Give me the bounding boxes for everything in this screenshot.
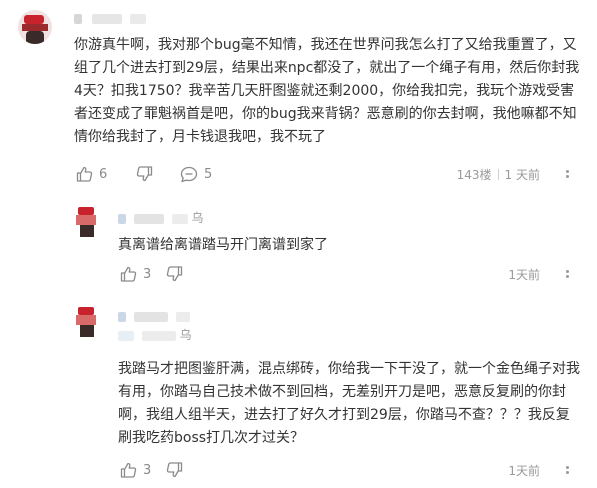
- more-icon[interactable]: [566, 170, 580, 180]
- thumbs-up-icon: [76, 166, 93, 182]
- username[interactable]: [74, 11, 146, 25]
- like-count: 6: [99, 166, 108, 182]
- more-icon[interactable]: [566, 270, 580, 280]
- avatar[interactable]: [74, 205, 100, 237]
- reply-actions: 3 1天前: [118, 462, 584, 482]
- thumbs-down-icon: [166, 266, 183, 282]
- comment-143: 你游真牛啊，我对那个bug毫不知情，我还在世界问我怎么打了又给我重置了，又组了几…: [0, 0, 597, 195]
- thumbs-down-icon: [136, 166, 153, 182]
- thumbs-up-icon: [120, 266, 137, 282]
- like-count: 3: [143, 462, 152, 478]
- timestamp: 1天前: [508, 268, 540, 282]
- like-button[interactable]: 3: [120, 462, 151, 478]
- timestamp: 1 天前: [504, 168, 540, 182]
- more-icon[interactable]: [566, 466, 580, 476]
- reply-text: 真离谱给离谱踏马开门离谱到家了: [118, 237, 328, 253]
- comment-meta: 143楼 1 天前: [457, 166, 540, 183]
- thumbs-up-icon: [120, 462, 137, 478]
- dislike-button[interactable]: [166, 462, 183, 478]
- comment-text: 你游真牛啊，我对那个bug毫不知情，我还在世界问我怎么打了又给我重置了，又组了几…: [74, 37, 580, 145]
- reply-1: 乌 真离谱给离谱踏马开门离谱到家了 3 1天前: [0, 195, 597, 295]
- reply-count: 5: [204, 167, 213, 182]
- reply-text: 我踏马才把图鉴肝满，混点绑砖，你给我一下干没了，就一个金色绳子对我有用，你踏马自…: [118, 361, 580, 446]
- avatar[interactable]: [18, 10, 52, 44]
- reply-actions: 3 1天前: [118, 266, 584, 286]
- username[interactable]: [118, 309, 190, 323]
- reply-2: 乌 我踏马才把图鉴肝满，混点绑砖，你给我一下干没了，就一个金色绳子对我有用，你踏…: [0, 295, 597, 488]
- dislike-button[interactable]: [166, 266, 183, 282]
- comment-actions: 6 5 143楼 1 天前: [74, 166, 584, 186]
- thumbs-down-icon: [166, 462, 183, 478]
- avatar[interactable]: [74, 305, 100, 337]
- username-line-2: 乌: [118, 326, 192, 343]
- like-button[interactable]: 3: [120, 266, 151, 282]
- like-count: 3: [143, 266, 152, 282]
- comment-bubble-icon: [180, 166, 198, 183]
- reply-button[interactable]: 5: [180, 166, 212, 183]
- username[interactable]: 乌: [118, 209, 204, 226]
- floor-number: 143楼: [456, 168, 492, 182]
- like-button[interactable]: 6: [76, 166, 107, 182]
- timestamp: 1天前: [508, 464, 540, 478]
- dislike-button[interactable]: [136, 166, 153, 182]
